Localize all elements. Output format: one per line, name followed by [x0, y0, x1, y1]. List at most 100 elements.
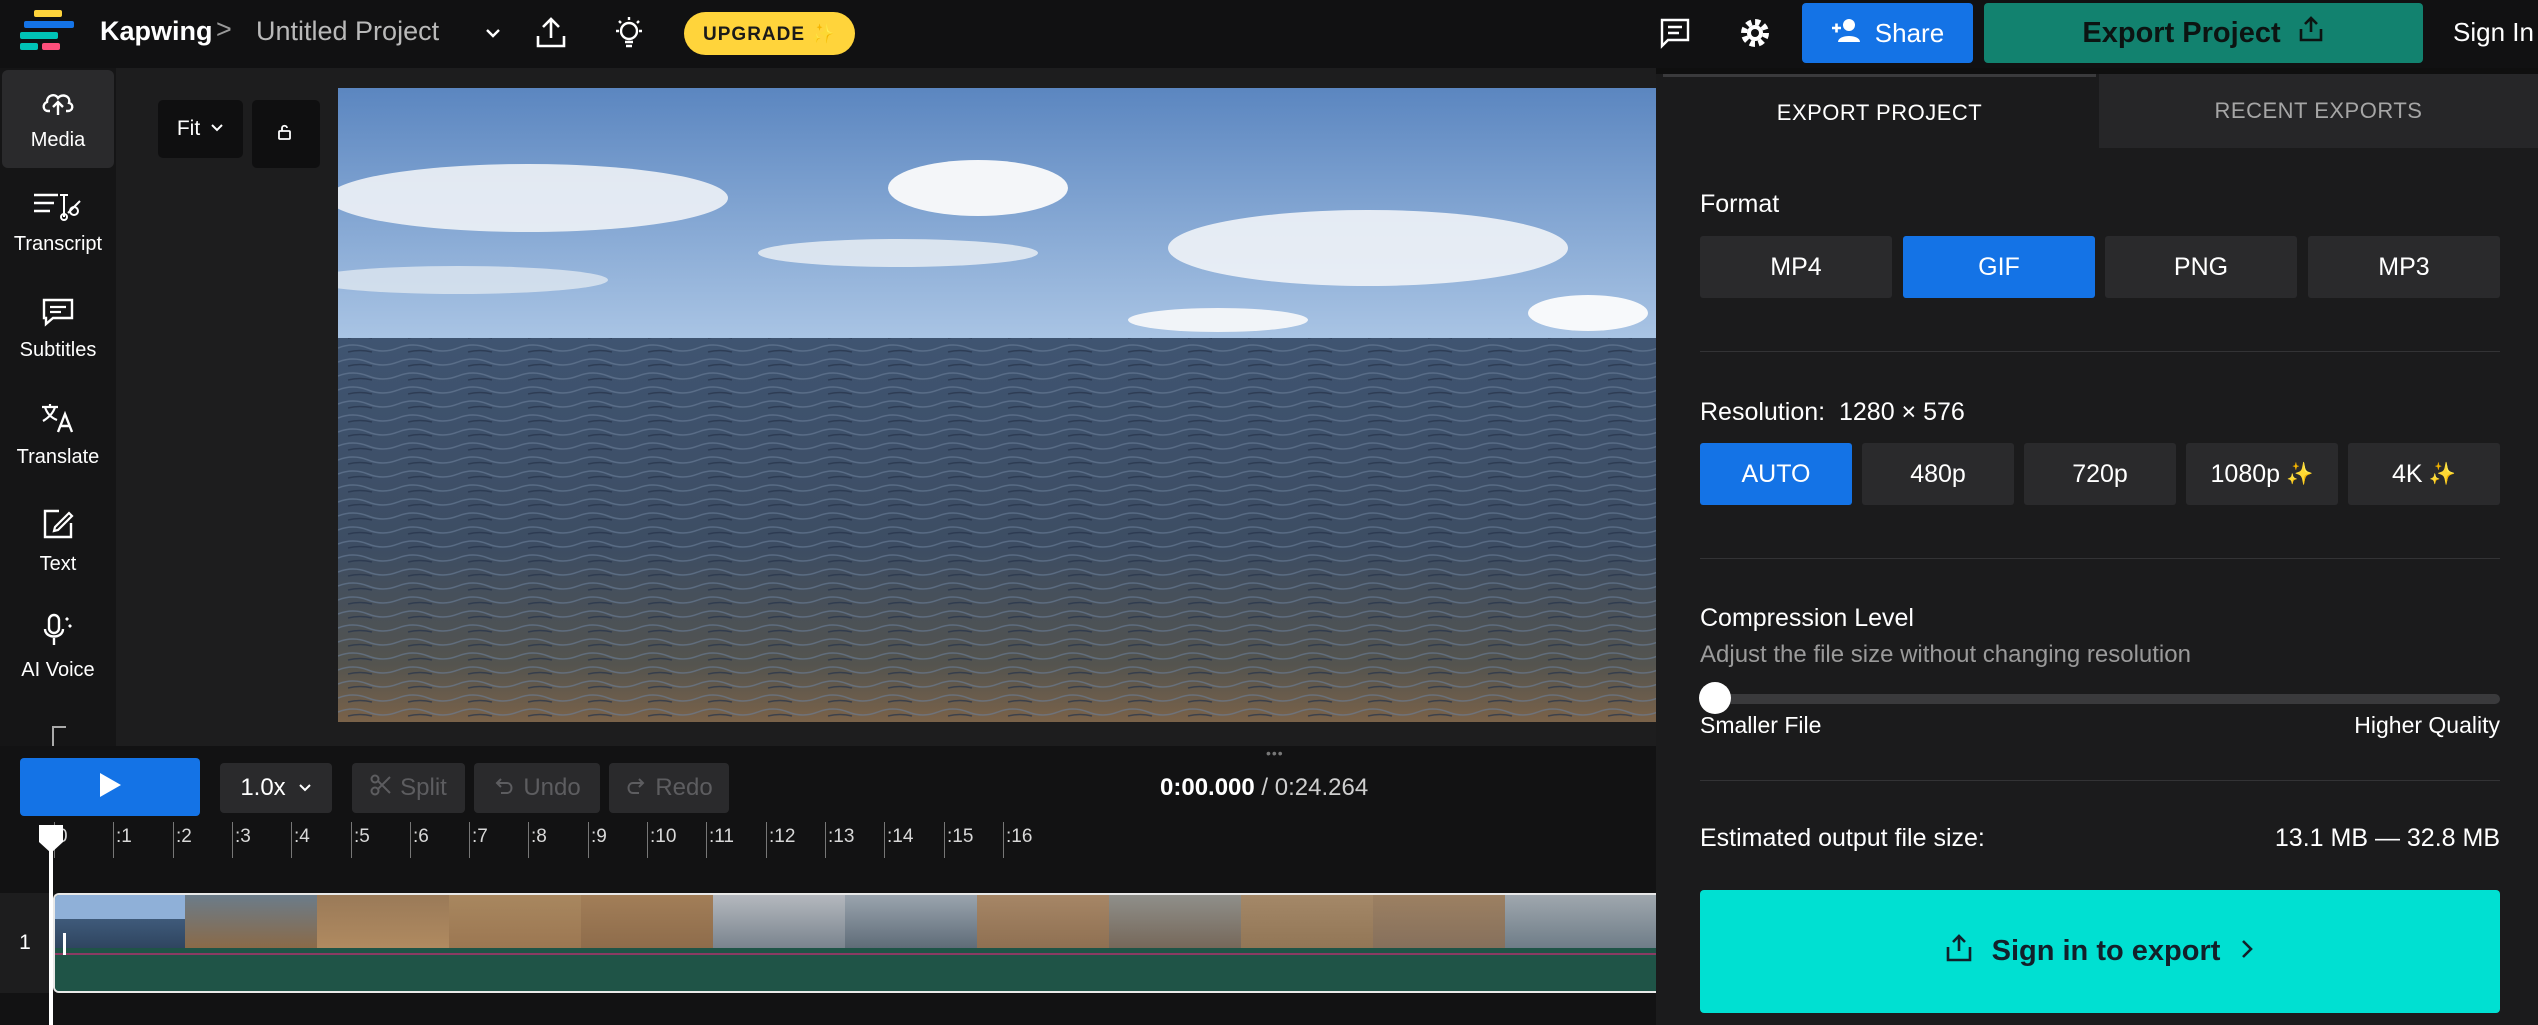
brand-name[interactable]: Kapwing: [100, 16, 213, 47]
resolution-option-1080p[interactable]: 1080p ✨: [2186, 443, 2338, 505]
resolution-option-4k[interactable]: 4K ✨: [2348, 443, 2500, 505]
clip-thumbnail: [977, 895, 1109, 948]
sidebar-item-text[interactable]: Text: [0, 492, 116, 590]
sidebar-item-ai-voice[interactable]: AI Voice: [0, 598, 116, 696]
transcript-icon: [32, 191, 84, 227]
compression-description: Adjust the file size without changing re…: [1700, 641, 2191, 668]
video-preview[interactable]: [338, 88, 1656, 722]
export-project-button[interactable]: Export Project: [1984, 3, 2423, 63]
undo-icon: [493, 774, 515, 802]
lightbulb-icon[interactable]: [608, 12, 650, 54]
export-panel: [1656, 74, 2538, 1025]
tab-recent-exports[interactable]: RECENT EXPORTS: [2099, 74, 2538, 148]
playback-speed-dropdown[interactable]: 1.0x: [220, 763, 332, 813]
estimate-value: 13.1 MB — 32.8 MB: [2274, 824, 2500, 852]
compression-label: Compression Level: [1700, 604, 1914, 632]
volume-line[interactable]: [55, 953, 1656, 955]
resolution-option-720p[interactable]: 720p: [2024, 443, 2176, 505]
clip-trim-handle[interactable]: [63, 933, 66, 955]
sidebar-item-subtitles[interactable]: Subtitles: [0, 280, 116, 378]
export-icon: [1944, 933, 1974, 971]
clip-thumbnail: [55, 895, 185, 948]
video-track-clip[interactable]: [53, 893, 1656, 993]
ruler-tick: :6: [410, 822, 429, 858]
tab-export-project[interactable]: EXPORT PROJECT: [1663, 74, 2096, 148]
resolution-option-auto[interactable]: AUTO: [1700, 443, 1852, 505]
breadcrumb-separator: >: [216, 14, 232, 44]
clip-thumbnail: [449, 895, 581, 948]
fit-dropdown[interactable]: Fit: [158, 100, 243, 158]
ruler-tick: :10: [647, 822, 676, 858]
gear-icon[interactable]: [1734, 12, 1776, 54]
ruler-tick: :13: [825, 822, 854, 858]
sparkle-icon: ✨: [2286, 461, 2314, 486]
kapwing-logo[interactable]: [20, 10, 76, 54]
music-icon[interactable]: [52, 726, 66, 746]
chevron-down-icon: [210, 117, 224, 141]
sidebar-item-media[interactable]: Media: [2, 70, 114, 168]
share-label: Share: [1874, 17, 1945, 48]
divider: [1700, 780, 2500, 781]
playhead-handle[interactable]: [38, 824, 64, 854]
sidebar-item-transcript[interactable]: Transcript: [0, 174, 116, 272]
play-button[interactable]: [20, 758, 200, 816]
split-button[interactable]: Split: [352, 763, 465, 813]
play-icon: [97, 771, 123, 804]
format-option-gif[interactable]: GIF: [1903, 236, 2095, 298]
clip-thumbnail: [317, 895, 449, 948]
total-time: / 0:24.264: [1254, 774, 1369, 801]
format-option-png[interactable]: PNG: [2105, 236, 2297, 298]
project-title[interactable]: Untitled Project: [256, 16, 439, 47]
sidebar-item-label: Text: [39, 552, 77, 575]
sign-in-export-label: Sign in to export: [1991, 935, 2221, 967]
format-option-mp4[interactable]: MP4: [1700, 236, 1892, 298]
export-icon: [2297, 15, 2325, 51]
subtitles-icon: [41, 297, 75, 333]
share-button[interactable]: Share: [1802, 3, 1973, 63]
chevron-right-icon: [2238, 935, 2256, 968]
resolution-option-480p[interactable]: 480p: [1862, 443, 2014, 505]
ai-voice-icon: [43, 613, 73, 653]
resolution-option-label: 4K: [2392, 459, 2423, 488]
ruler-tick: :1: [113, 822, 132, 858]
track-number: 1: [0, 893, 50, 993]
ruler-tick: :9: [588, 822, 607, 858]
resolution-value: 1280 × 576: [1838, 398, 1965, 426]
compression-slider-handle[interactable]: [1699, 682, 1731, 714]
timecode: 0:00.000 / 0:24.264: [1160, 774, 1368, 802]
clip-thumbnail: [1373, 895, 1505, 948]
current-time: 0:00.000: [1160, 774, 1255, 801]
ruler-tick: :14: [884, 822, 913, 858]
resolution-title: Resolution:: [1700, 398, 1826, 426]
format-option-mp3[interactable]: MP3: [2308, 236, 2500, 298]
timeline-ruler[interactable]: 0:1:2:3:4:5:6:7:8:9:10:11:12:13:14:15:16: [0, 822, 1656, 858]
resolution-label: Resolution: 1280 × 576: [1700, 398, 1965, 427]
upload-icon[interactable]: [530, 12, 572, 54]
playhead[interactable]: [49, 830, 53, 1025]
sign-in-to-export-button[interactable]: Sign in to export: [1700, 890, 2500, 1013]
ruler-tick: :15: [944, 822, 973, 858]
redo-button[interactable]: Redo: [609, 763, 729, 813]
sparkle-icon: ✨: [2428, 461, 2456, 486]
redo-label: Redo: [655, 774, 713, 801]
sidebar-item-label: Subtitles: [19, 338, 97, 361]
ruler-tick: :2: [173, 822, 192, 858]
fit-label: Fit: [176, 117, 201, 140]
clip-thumbnail: [845, 895, 977, 948]
comments-icon[interactable]: [1654, 12, 1696, 54]
text-edit-icon: [41, 507, 75, 547]
chevron-down-icon: [298, 774, 312, 802]
upgrade-button[interactable]: UPGRADE ✨: [684, 12, 855, 55]
resize-handle[interactable]: •••: [1266, 745, 1284, 761]
redo-icon: [625, 774, 647, 802]
compression-slider[interactable]: [1714, 694, 2500, 704]
sidebar-item-translate[interactable]: Translate: [0, 386, 116, 484]
ruler-tick: :16: [1003, 822, 1032, 858]
undo-button[interactable]: Undo: [474, 763, 600, 813]
slider-max-label: Higher Quality: [2354, 712, 2500, 738]
lock-ratio-button[interactable]: [252, 100, 320, 168]
format-label: Format: [1700, 190, 1780, 218]
chevron-down-icon[interactable]: [482, 22, 504, 44]
sign-in-link[interactable]: Sign In: [2453, 17, 2534, 48]
clip-thumbnail: [581, 895, 713, 948]
